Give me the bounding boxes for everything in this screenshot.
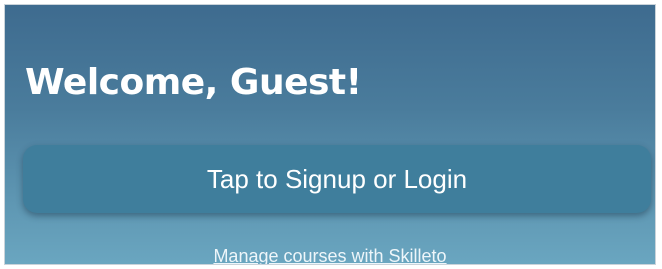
signup-login-button[interactable]: Tap to Signup or Login <box>23 145 651 213</box>
guest-welcome-panel: Welcome, Guest! Tap to Signup or Login M… <box>4 4 656 265</box>
manage-courses-link[interactable]: Manage courses with Skilleto <box>5 245 655 264</box>
welcome-heading: Welcome, Guest! <box>25 62 362 103</box>
